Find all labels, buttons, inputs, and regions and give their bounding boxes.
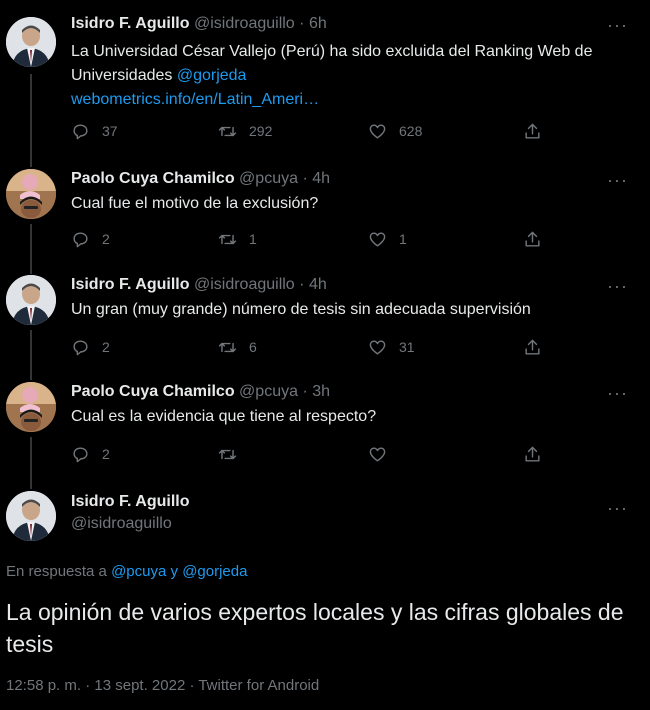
separator-dot: ·	[299, 15, 305, 32]
tweet-actions: 2 1 1	[71, 227, 591, 251]
tweet[interactable]: Paolo Cuya Chamilco @pcuya · 4h ··· Cual…	[0, 160, 650, 265]
author-name[interactable]: Isidro F. Aguillo	[71, 15, 190, 32]
mention-link[interactable]: @pcuya	[111, 563, 166, 580]
retweet-icon	[218, 234, 237, 244]
share-icon	[525, 339, 540, 355]
tweet[interactable]: Isidro F. Aguillo @isidroaguillo · 4h ··…	[0, 266, 650, 372]
tweet-text-line2: Universidades	[71, 67, 177, 84]
author-name[interactable]: Isidro F. Aguillo	[71, 276, 190, 293]
heart-icon	[369, 339, 386, 355]
like-button[interactable]: 31	[368, 335, 415, 359]
retweet-count: 6	[249, 339, 257, 355]
reply-button[interactable]: 2	[71, 227, 110, 251]
separator-dot: ·	[299, 276, 305, 293]
author-name[interactable]: Paolo Cuya Chamilco	[71, 383, 235, 400]
reply-button[interactable]: 2	[71, 442, 110, 466]
heart-icon	[369, 231, 386, 247]
mention-link[interactable]: @gorjeda	[177, 67, 247, 84]
tweet-text: Un gran (muy grande) número de tesis sin…	[71, 301, 531, 318]
author-handle[interactable]: @isidroaguillo	[194, 276, 295, 293]
retweet-button[interactable]	[218, 442, 249, 466]
retweet-icon	[218, 126, 237, 136]
retweet-button[interactable]: 292	[218, 119, 272, 143]
tweet-header: Isidro F. Aguillo @isidroaguillo · 6h	[71, 15, 327, 33]
retweet-count: 1	[249, 231, 257, 247]
retweet-button[interactable]: 1	[218, 227, 257, 251]
retweet-icon	[218, 342, 237, 352]
separator-dot: ·	[302, 170, 308, 187]
more-options-icon[interactable]: ···	[607, 15, 628, 36]
tweet-actions: 37 292 628	[71, 119, 591, 143]
main-tweet-text: La opinión de varios expertos locales y …	[6, 599, 624, 657]
share-button[interactable]	[523, 227, 542, 251]
heart-icon	[369, 123, 386, 139]
share-button[interactable]	[523, 119, 542, 143]
avatar[interactable]	[6, 169, 56, 219]
main-author-handle[interactable]: @isidroaguillo	[71, 515, 172, 533]
share-icon	[525, 446, 540, 462]
reply-conjunction: y	[166, 563, 183, 580]
retweet-button[interactable]: 6	[218, 335, 257, 359]
avatar[interactable]	[6, 275, 56, 325]
like-button[interactable]: 628	[368, 119, 422, 143]
more-options-icon[interactable]: ···	[607, 383, 628, 404]
reply-icon	[73, 339, 88, 355]
like-button[interactable]: 1	[368, 227, 407, 251]
share-button[interactable]	[523, 335, 542, 359]
reply-prefix: En respuesta a	[6, 563, 112, 580]
reply-count: 2	[102, 231, 110, 247]
more-options-icon[interactable]: ···	[607, 170, 628, 191]
tweet[interactable]: Isidro F. Aguillo @isidroaguillo · 6h ··…	[0, 0, 650, 160]
tweet-text: Cual es la evidencia que tiene al respec…	[71, 408, 377, 425]
tweet-header: Paolo Cuya Chamilco @pcuya · 3h	[71, 383, 330, 401]
tweet-time[interactable]: 4h	[312, 170, 330, 187]
share-button[interactable]	[523, 442, 542, 466]
like-count: 31	[399, 339, 415, 355]
share-icon	[525, 123, 540, 139]
like-count: 1	[399, 231, 407, 247]
tweet-header: Paolo Cuya Chamilco @pcuya · 4h	[71, 170, 330, 188]
reply-context: En respuesta a @pcuya y @gorjeda	[6, 563, 247, 580]
share-icon	[525, 231, 540, 247]
tweet-time[interactable]: 4h	[309, 276, 327, 293]
main-avatar[interactable]	[6, 491, 56, 541]
tweet-text: La Universidad César Vallejo (Perú) ha s…	[71, 40, 631, 112]
avatar[interactable]	[6, 17, 56, 67]
tweet-time[interactable]: 6h	[309, 15, 327, 32]
like-count: 628	[399, 123, 423, 139]
tweet-time[interactable]: 3h	[312, 383, 330, 400]
tweet-actions: 2	[71, 442, 591, 466]
tweet[interactable]: Paolo Cuya Chamilco @pcuya · 3h ··· Cual…	[0, 373, 650, 481]
url-link[interactable]: webometrics.info/en/Latin_Ameri…	[71, 91, 319, 108]
reply-count: 2	[102, 339, 110, 355]
tweet-text: Cual fue el motivo de la exclusión?	[71, 195, 319, 212]
reply-icon	[73, 123, 88, 139]
tweet-actions: 2 6 31	[71, 335, 591, 359]
more-options-icon[interactable]: ···	[607, 498, 628, 519]
retweet-icon	[218, 449, 237, 459]
main-author-name[interactable]: Isidro F. Aguillo	[71, 493, 190, 511]
reply-button[interactable]: 2	[71, 335, 110, 359]
tweet-header: Isidro F. Aguillo @isidroaguillo · 4h	[71, 276, 327, 294]
tweet-text-line1: La Universidad César Vallejo (Perú) ha s…	[71, 43, 593, 60]
reply-count: 2	[102, 446, 110, 462]
reply-count: 37	[102, 123, 118, 139]
separator-dot: ·	[302, 383, 308, 400]
author-handle[interactable]: @pcuya	[239, 383, 298, 400]
reply-button[interactable]: 37	[71, 119, 118, 143]
reply-icon	[73, 446, 88, 462]
reply-icon	[73, 231, 88, 247]
avatar[interactable]	[6, 382, 56, 432]
author-handle[interactable]: @isidroaguillo	[194, 15, 295, 32]
author-name[interactable]: Paolo Cuya Chamilco	[71, 170, 235, 187]
retweet-count: 292	[249, 123, 273, 139]
mention-link[interactable]: @gorjeda	[182, 563, 247, 580]
heart-icon	[369, 446, 386, 462]
author-handle[interactable]: @pcuya	[239, 170, 298, 187]
tweet-metadata[interactable]: 12:58 p. m. · 13 sept. 2022 · Twitter fo…	[6, 677, 319, 694]
more-options-icon[interactable]: ···	[607, 276, 628, 297]
like-button[interactable]	[368, 442, 399, 466]
